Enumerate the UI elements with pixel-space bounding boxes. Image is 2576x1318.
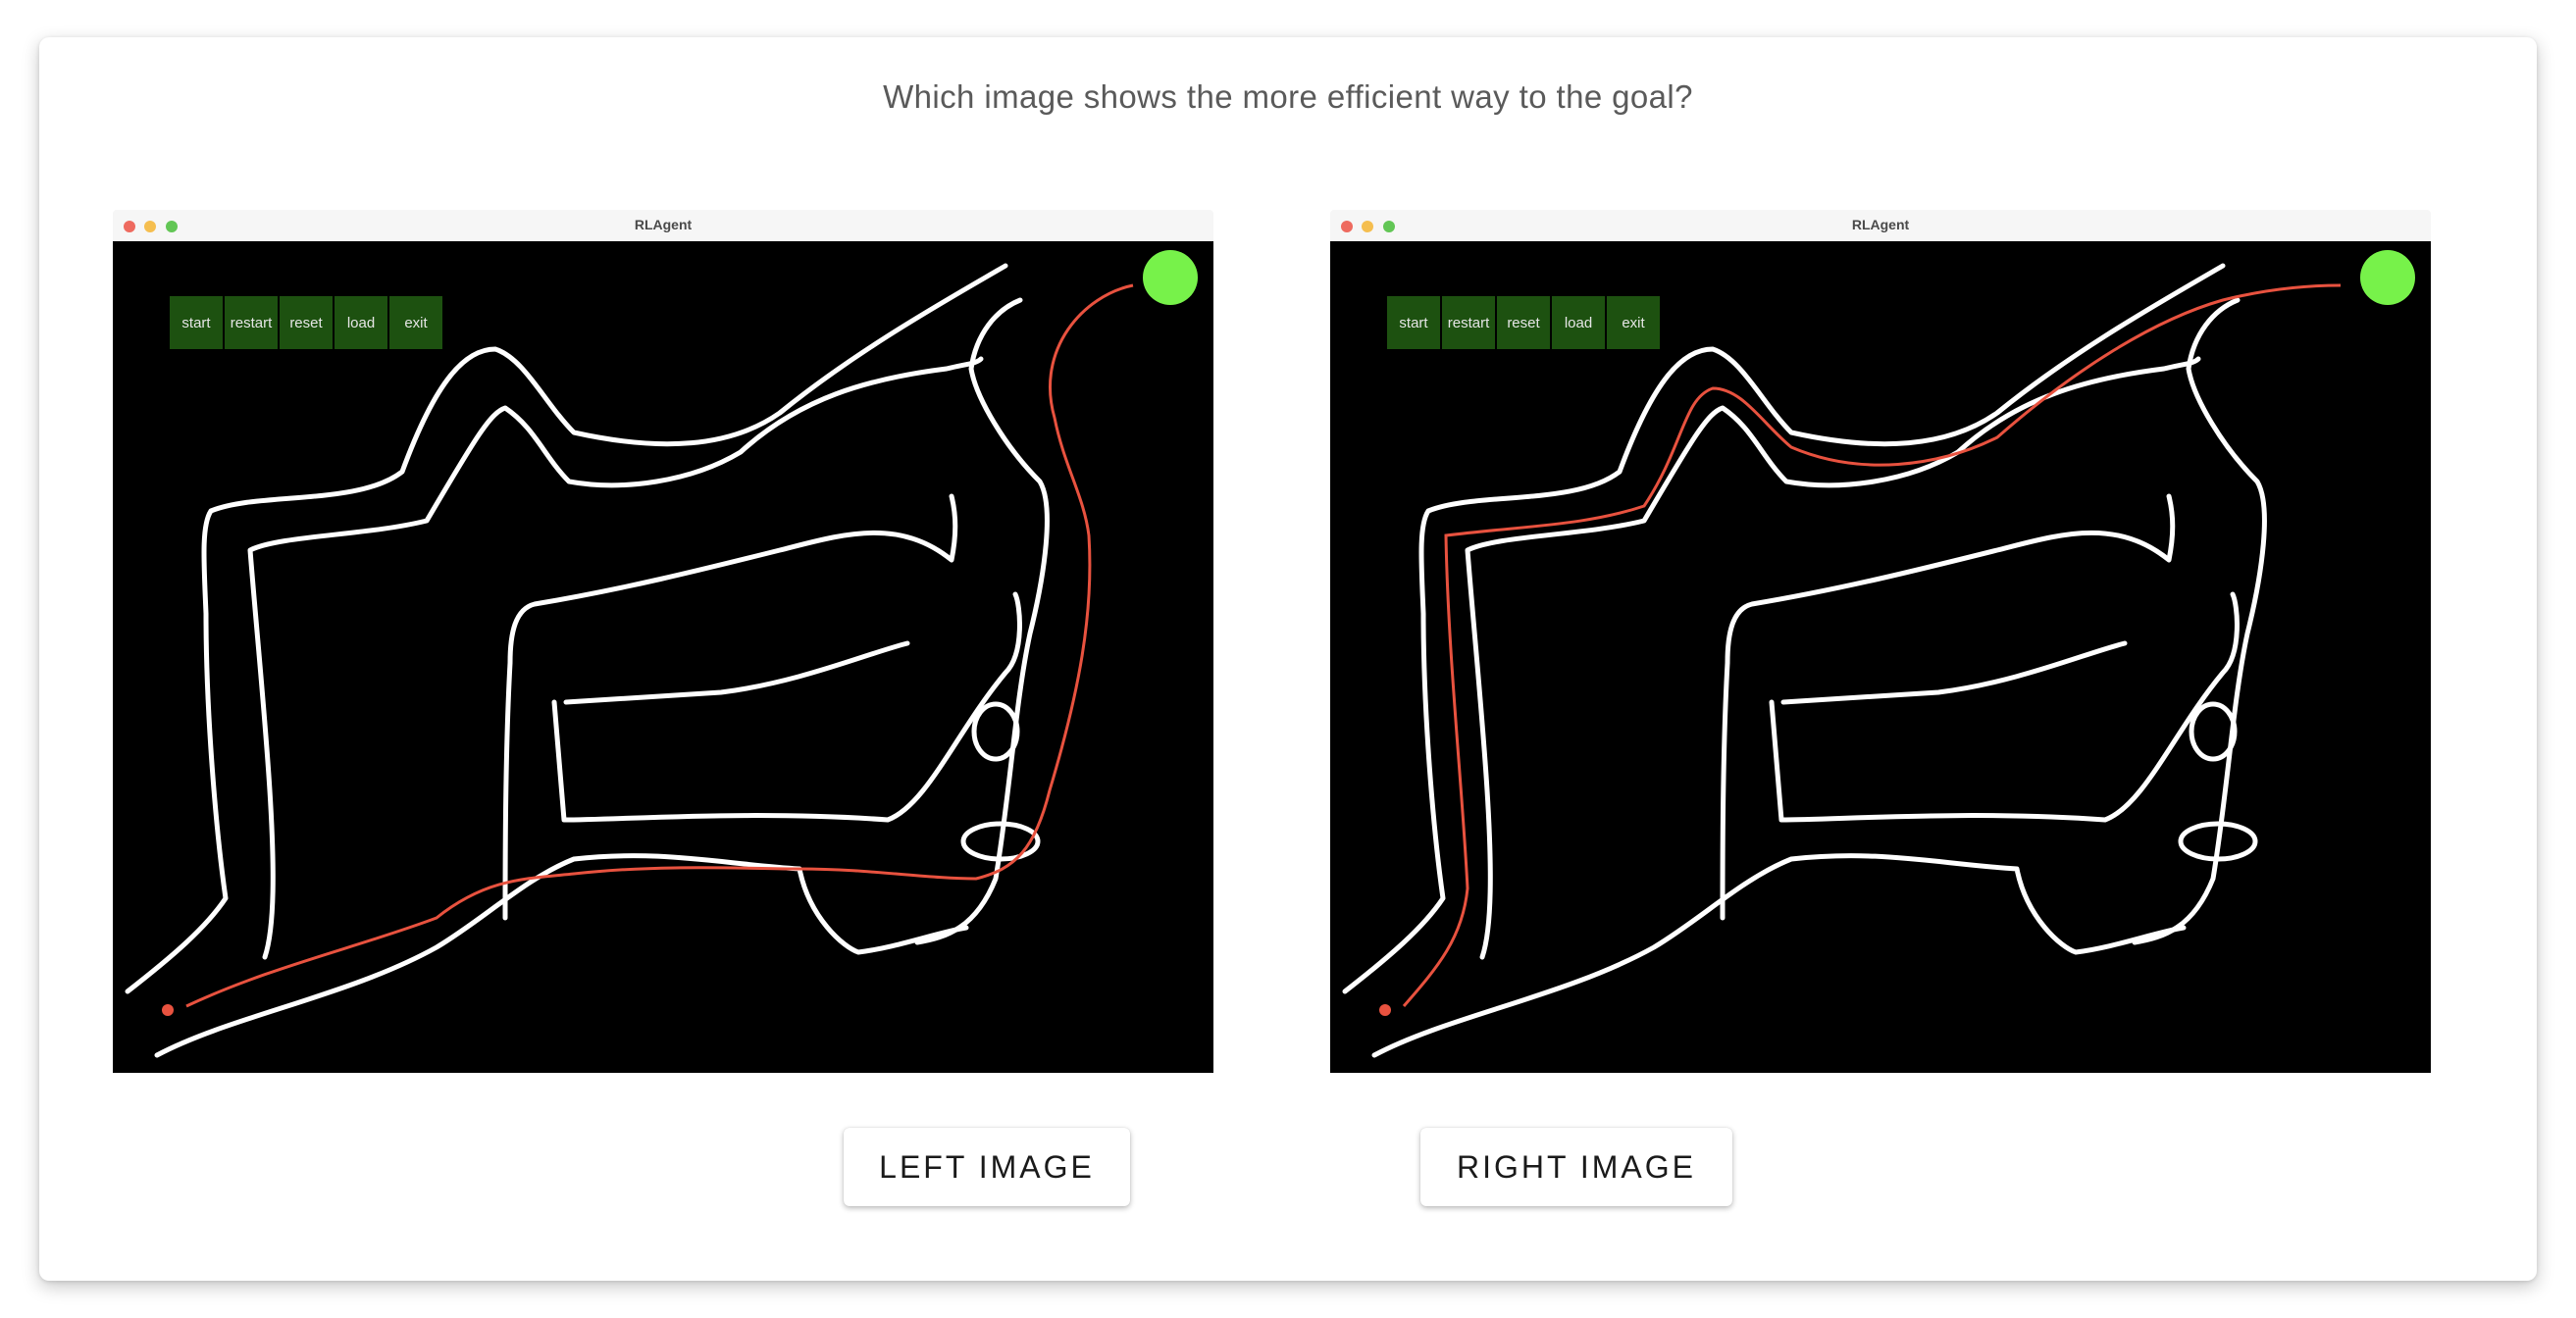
window-title: RLAgent — [1851, 217, 1910, 232]
inner-box-boundary — [563, 640, 910, 705]
goal-marker — [1143, 250, 1198, 305]
reset-button[interactable]: reset — [1497, 296, 1550, 349]
agent-start-marker — [162, 1004, 174, 1016]
load-button[interactable]: load — [335, 296, 387, 349]
inner-track-boundary — [1465, 356, 2201, 960]
center-loop-boundary-2 — [1769, 591, 2240, 823]
small-obstacle-top — [2189, 701, 2238, 762]
track-canvas: start restart reset load exit — [1330, 241, 2431, 1073]
agent-path — [1402, 283, 2342, 1007]
window-titlebar: RLAgent — [113, 210, 1213, 242]
agent-toolbar: start restart reset load exit — [170, 296, 442, 349]
inner-track-boundary — [247, 356, 984, 960]
reset-button[interactable]: reset — [280, 296, 333, 349]
center-loop-boundary — [502, 493, 958, 921]
window-title: RLAgent — [634, 217, 693, 232]
question-text: Which image shows the more efficient way… — [883, 78, 1693, 115]
inner-box-boundary — [1780, 640, 2128, 705]
question-card: Which image shows the more efficient way… — [39, 37, 2537, 1281]
track-drawing — [125, 250, 1198, 1058]
agent-start-marker — [1379, 1004, 1391, 1016]
track-canvas: start restart reset load exit — [113, 241, 1213, 1073]
restart-button[interactable]: restart — [1442, 296, 1495, 349]
agent-path — [185, 283, 1134, 1008]
right-outer-boundary — [2132, 297, 2267, 945]
left-image-button[interactable]: LEFT IMAGE — [844, 1128, 1130, 1206]
center-loop-boundary — [1720, 493, 2176, 921]
left-image-panel: RLAgent start restart reset load exit — [113, 210, 1213, 1073]
lower-track-boundary — [154, 853, 969, 1058]
agent-toolbar: start restart reset load exit — [1387, 296, 1660, 349]
start-button[interactable]: start — [170, 296, 223, 349]
start-button[interactable]: start — [1387, 296, 1440, 349]
window-titlebar: RLAgent — [1330, 210, 2431, 242]
restart-button[interactable]: restart — [225, 296, 278, 349]
goal-marker — [2360, 250, 2415, 305]
right-image-panel: RLAgent start restart reset load exit — [1330, 210, 2431, 1073]
small-obstacle-top — [971, 701, 1020, 762]
exit-button[interactable]: exit — [1607, 296, 1660, 349]
center-loop-boundary-2 — [551, 591, 1022, 823]
lower-track-boundary — [1371, 853, 2187, 1058]
right-image-button[interactable]: RIGHT IMAGE — [1420, 1128, 1732, 1206]
track-drawing — [1342, 250, 2415, 1058]
exit-button[interactable]: exit — [389, 296, 442, 349]
load-button[interactable]: load — [1552, 296, 1605, 349]
